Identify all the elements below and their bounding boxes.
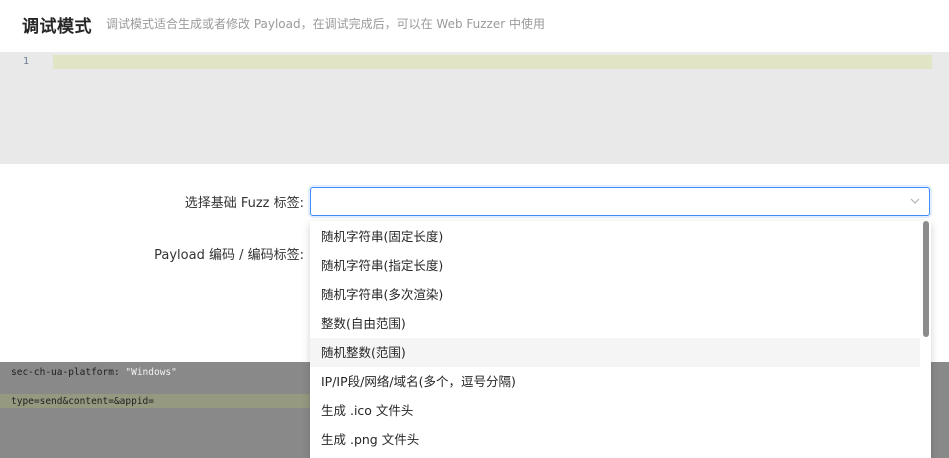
dropdown-option[interactable]: 生成 .ico 文件头	[310, 396, 920, 425]
dropdown-option[interactable]: 随机字符串(固定长度)	[310, 222, 920, 251]
code-line: type=send&content=&appid=	[11, 396, 154, 407]
dropdown-option-hovered[interactable]: 随机整数(范围)	[310, 338, 920, 367]
code-line: sec-ch-ua-platform: "Windows"	[11, 367, 177, 378]
page-header: 调试模式 调试模式适合生成或者修改 Payload，在调试完成后，可以在 Web…	[0, 0, 949, 52]
chevron-down-icon[interactable]	[910, 196, 920, 206]
fuzz-tag-select[interactable]	[310, 187, 930, 216]
header-value: "Windows"	[125, 367, 177, 378]
dropdown-scrollbar[interactable]	[923, 221, 929, 337]
header-key: sec-ch-ua-platform:	[11, 367, 126, 378]
line-number: 1	[23, 56, 30, 67]
page-title: 调试模式	[22, 17, 92, 37]
dropdown-option[interactable]: 随机字符串(多次渲染)	[310, 280, 920, 309]
fuzz-tag-dropdown[interactable]: 随机字符串(固定长度) 随机字符串(指定长度) 随机字符串(多次渲染) 整数(自…	[310, 221, 931, 458]
editor-gutter: 1	[0, 52, 52, 164]
dropdown-option[interactable]: 整数(自由范围)	[310, 309, 920, 338]
payload-editor[interactable]: 1	[0, 52, 949, 164]
fuzz-tag-label: 选择基础 Fuzz 标签:	[184, 196, 304, 211]
dropdown-option[interactable]: 生成 .png 文件头	[310, 425, 920, 454]
dropdown-option[interactable]: IP/IP段/网络/域名(多个，逗号分隔)	[310, 367, 920, 396]
page-subtitle: 调试模式适合生成或者修改 Payload，在调试完成后，可以在 Web Fuzz…	[106, 17, 545, 31]
encode-tag-label: Payload 编码 / 编码标签:	[154, 248, 304, 263]
active-line-highlight	[53, 55, 932, 69]
dropdown-option[interactable]: 随机字符串(指定长度)	[310, 251, 920, 280]
